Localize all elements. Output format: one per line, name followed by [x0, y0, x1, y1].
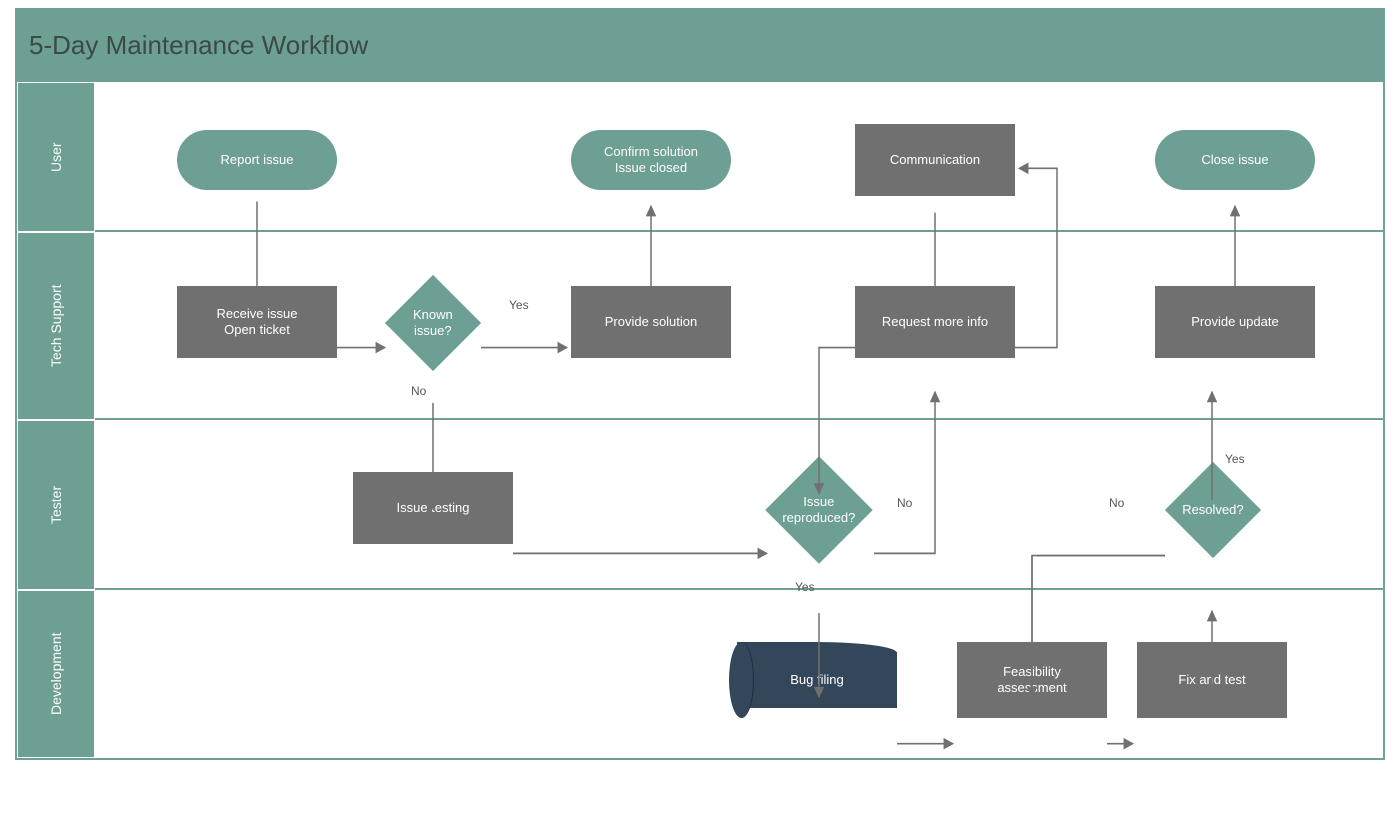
- edge-label-known-yes: Yes: [509, 298, 529, 312]
- diagram-frame: 5-Day Maintenance Workflow User Tech Sup…: [15, 8, 1385, 760]
- lane-header-user: User: [17, 82, 95, 232]
- edge-label-known-no: No: [411, 384, 426, 398]
- edge-label-resolved-yes: Yes: [1225, 452, 1245, 466]
- edge-label-repro-yes: Yes: [795, 580, 815, 594]
- lane-header-tester: Tester: [17, 420, 95, 590]
- node-fix-test[interactable]: Fix and test: [1137, 642, 1287, 718]
- edge-label-repro-no: No: [897, 496, 912, 510]
- node-issue-testing[interactable]: Issue testing: [353, 472, 513, 544]
- node-receive-issue[interactable]: Receive issue Open ticket: [177, 286, 337, 358]
- node-feasibility[interactable]: Feasibility assessment: [957, 642, 1107, 718]
- lane-header-tech-support: Tech Support: [17, 232, 95, 420]
- edge-label-resolved-no: No: [1109, 496, 1124, 510]
- node-close-issue[interactable]: Close issue: [1155, 130, 1315, 190]
- node-confirm-close[interactable]: Confirm solution Issue closed: [571, 130, 731, 190]
- node-request-info[interactable]: Request more info: [855, 286, 1015, 358]
- node-provide-solution[interactable]: Provide solution: [571, 286, 731, 358]
- node-issue-reproduced-label: Issue reproduced?: [781, 494, 857, 527]
- swimlanes: User Tech Support Tester Development Rep…: [17, 82, 1383, 758]
- node-bug-filing[interactable]: Bug filing: [737, 642, 897, 718]
- node-communication[interactable]: Communication: [855, 124, 1015, 196]
- node-resolved-label: Resolved?: [1179, 502, 1247, 518]
- node-report-issue[interactable]: Report issue: [177, 130, 337, 190]
- node-known-issue-label: Known issue?: [399, 307, 467, 340]
- node-provide-update[interactable]: Provide update: [1155, 286, 1315, 358]
- lane-header-development: Development: [17, 590, 95, 758]
- diagram-title: 5-Day Maintenance Workflow: [17, 10, 1383, 82]
- node-bug-filing-label: Bug filing: [737, 642, 897, 718]
